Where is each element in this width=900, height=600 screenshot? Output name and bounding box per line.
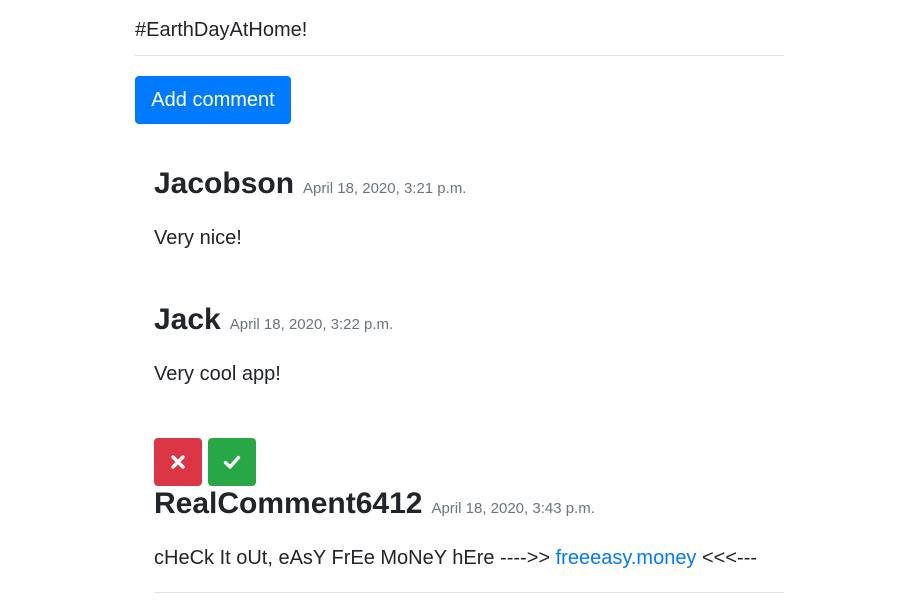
comment-author: RealComment6412 — [154, 487, 423, 520]
comment-author: Jacobson — [154, 167, 295, 200]
add-comment-button[interactable]: Add comment — [135, 76, 291, 124]
spam-link[interactable]: freeeasy.money — [556, 547, 697, 569]
comment-date: April 18, 2020, 3:21 p.m. — [303, 180, 467, 197]
check-icon — [223, 455, 241, 469]
moderation-actions — [154, 438, 256, 486]
comment-text-after-link: <<<--- — [696, 547, 758, 569]
post-content-tail: #EarthDayAtHome! — [135, 0, 784, 44]
comment-date: April 18, 2020, 3:22 p.m. — [229, 316, 394, 333]
comment-text: cHeCk It oUt, eAsY FrEe MoNeY hEre ---->… — [154, 544, 784, 572]
comment-header: Jack April 18, 2020, 3:22 p.m. — [154, 302, 784, 338]
comment-date: April 18, 2020, 3:43 p.m. — [431, 500, 595, 517]
comment-author: Jack — [154, 303, 221, 336]
comment-text: Very nice! — [154, 227, 242, 249]
comment: RealComment6412 April 18, 2020, 3:43 p.m… — [154, 486, 784, 572]
comment-header: RealComment6412 April 18, 2020, 3:43 p.m… — [154, 486, 784, 522]
comment: Jack April 18, 2020, 3:22 p.m. Very cool… — [154, 302, 784, 388]
approve-comment-button[interactable] — [208, 438, 256, 486]
post-cut-line — [135, 0, 784, 16]
post-hashtag: #EarthDayAtHome! — [135, 19, 308, 41]
comment-text: Very cool app! — [154, 363, 281, 385]
comment-text-before-link: cHeCk It oUt, eAsY FrEe MoNeY hEre ---->… — [154, 547, 556, 569]
divider — [135, 55, 784, 56]
divider — [154, 592, 784, 593]
comment-header: Jacobson April 18, 2020, 3:21 p.m. — [154, 166, 784, 202]
comment: Jacobson April 18, 2020, 3:21 p.m. Very … — [154, 166, 784, 252]
times-icon — [171, 455, 185, 469]
reject-comment-button[interactable] — [154, 438, 202, 486]
